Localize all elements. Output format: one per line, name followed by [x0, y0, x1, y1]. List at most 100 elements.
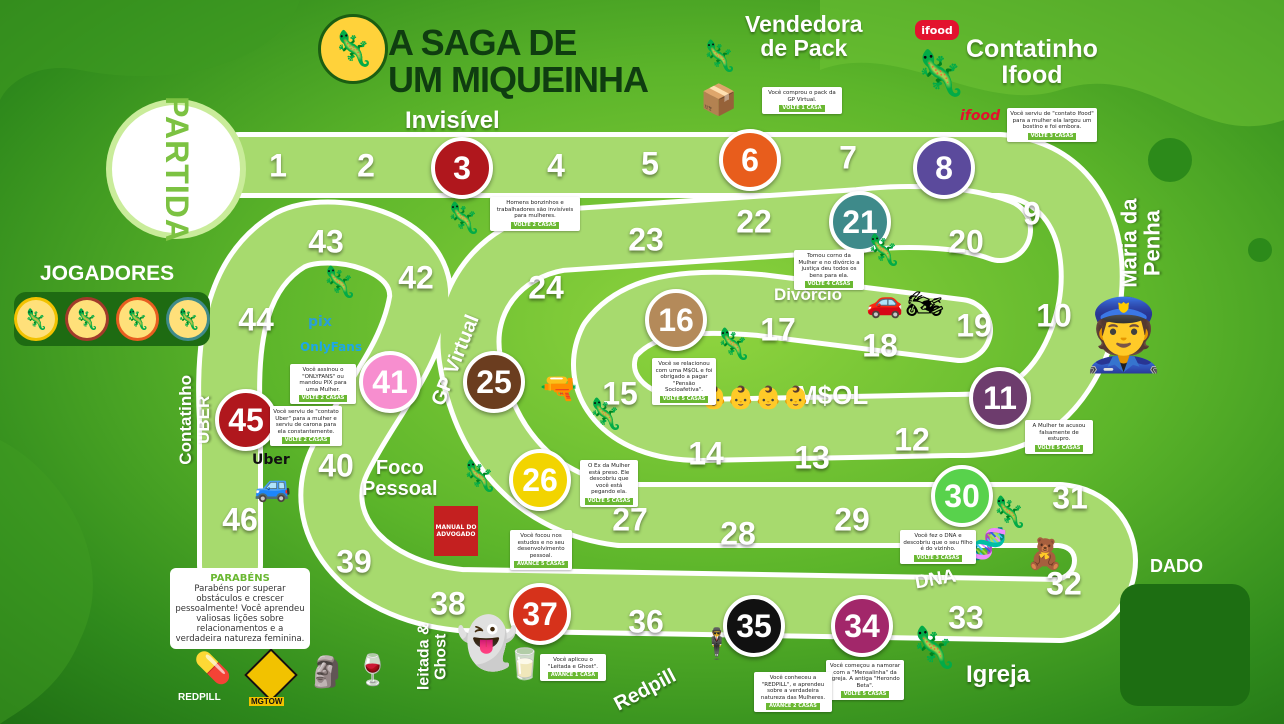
card-35: Você conheceu a "REDPILL", e aprendeu so…	[754, 672, 832, 713]
shrek-muscle-icon: 🦎	[460, 459, 498, 494]
special-space-34[interactable]: 34	[831, 595, 893, 657]
space-10[interactable]: 10	[1036, 298, 1072, 335]
shrek-msol-icon: 🦎	[714, 327, 752, 362]
car-icon: 🚗	[866, 285, 904, 320]
player-token-4-shrek-icon[interactable]: 🦎	[166, 297, 210, 341]
shrek-woman-icon: 🦎	[864, 233, 902, 268]
shrek-prisoner-icon: 🦎	[586, 397, 624, 432]
ifood-small-logo: ifood	[960, 108, 1001, 124]
mgtow-icon-label: MGTOW	[249, 697, 285, 706]
space-43[interactable]: 43	[308, 224, 344, 261]
pill-icon: 💊	[194, 651, 232, 686]
special-space-3[interactable]: 3	[431, 137, 493, 199]
space-1[interactable]: 1	[269, 148, 287, 185]
space-28[interactable]: 28	[720, 516, 756, 553]
card-30: Você fez o DNA e descobriu que o seu fil…	[900, 530, 976, 564]
card-26: Você focou nos estudos e no seu desenvol…	[510, 530, 572, 571]
label-contatinho-uber: Contatinho UBER	[176, 374, 213, 465]
card-6: Você comprou o pack da GP Virtual. VOLTE …	[762, 87, 842, 115]
shrek-invisible-icon: 🦎	[444, 201, 482, 236]
space-39[interactable]: 39	[336, 544, 372, 581]
shrek-gun-icon: 🔫	[540, 371, 578, 406]
milk-icon: 🥛	[506, 647, 544, 682]
title-line-1: A SAGA DE	[388, 22, 577, 63]
congrats-box: PARABÉNS Parabéns por superar obstáculos…	[170, 568, 310, 649]
redpill-man-icon: 🕴	[698, 627, 736, 662]
space-5[interactable]: 5	[641, 146, 659, 183]
players-title: JOGADORES	[40, 262, 175, 285]
shrek-gp-icon: 🦎	[320, 265, 358, 300]
label-igreja: Igreja	[966, 661, 1031, 688]
uber-logo: Uber	[252, 452, 290, 468]
card-45: Você serviu de "contato Uber" para a mul…	[270, 406, 342, 447]
dice-label: DADO	[1150, 556, 1203, 576]
space-14[interactable]: 14	[688, 436, 724, 473]
player-token-3-shrek-icon[interactable]: 🦎	[115, 297, 160, 341]
space-23[interactable]: 23	[628, 222, 664, 259]
label-vendedora: Vendedora de Pack	[745, 11, 863, 62]
start-space[interactable]: PARTIDA	[112, 96, 240, 242]
space-7[interactable]: 7	[839, 140, 857, 177]
label-leitada-ghost: leitada & Ghost	[415, 623, 450, 691]
special-space-16[interactable]: 16	[645, 289, 707, 351]
police-shrek-icon: 👮	[1080, 294, 1168, 376]
teddy-bear-icon: 🧸	[1026, 537, 1064, 572]
game-title: A SAGA DE UM MIQUEINHA	[388, 22, 649, 98]
space-17[interactable]: 17	[760, 312, 796, 349]
special-space-25[interactable]: 25	[463, 351, 525, 413]
shrek-vendor-icon: 🦎	[700, 39, 738, 74]
space-24[interactable]: 24	[528, 270, 564, 307]
motorcycle-icon: 🏍	[906, 287, 945, 322]
moai-icon: 🗿	[308, 655, 346, 690]
shrek-ifood-icon: 🦎	[912, 48, 967, 99]
label-ifood: Contatinho Ifood	[966, 35, 1098, 90]
space-20[interactable]: 20	[948, 224, 984, 261]
space-42[interactable]: 42	[398, 260, 434, 297]
space-46[interactable]: 46	[222, 502, 258, 539]
uber-car-icon: 🚙	[254, 469, 292, 504]
space-31[interactable]: 31	[1052, 480, 1088, 517]
space-27[interactable]: 27	[612, 502, 648, 539]
wine-icon: 🍷	[354, 653, 392, 688]
space-19[interactable]: 19	[956, 308, 992, 345]
space-36[interactable]: 36	[628, 604, 664, 641]
card-3: Homens bonzinhos e trabalhadores são inv…	[490, 197, 580, 231]
card-25: O Ex da Mulher está preso. Ele descobriu…	[580, 460, 638, 507]
space-9[interactable]: 9	[1023, 196, 1041, 233]
space-2[interactable]: 2	[357, 148, 375, 185]
card-8: Você serviu de "contato Ifood" para a mu…	[1007, 108, 1097, 142]
label-maria-da-penha: Maria da Penha	[1116, 198, 1165, 288]
special-space-8[interactable]: 8	[913, 137, 975, 199]
space-44[interactable]: 44	[238, 302, 274, 339]
space-13[interactable]: 13	[794, 440, 830, 477]
space-40[interactable]: 40	[318, 448, 354, 485]
space-22[interactable]: 22	[736, 204, 772, 241]
package-icon: 📦	[700, 83, 738, 118]
players-panel: 🦎 🦎 🦎 🦎	[14, 292, 210, 346]
player-token-1-shrek-icon[interactable]: 🦎	[14, 297, 58, 341]
congrats-text: Parabéns por superar obstáculos e cresce…	[175, 584, 305, 644]
special-space-45[interactable]: 45	[215, 389, 277, 451]
label-foco-pessoal: Foco Pessoal	[362, 457, 438, 500]
shrek-church-icon: 🦎	[908, 625, 958, 671]
special-space-37[interactable]: 37	[509, 583, 571, 645]
space-4[interactable]: 4	[547, 148, 565, 185]
special-space-30[interactable]: 30	[931, 465, 993, 527]
special-space-11[interactable]: 11	[969, 367, 1031, 429]
card-21: Tomou corno da Mulher e no divórcio a ju…	[794, 250, 864, 291]
card-34: Você começou a namorar com a "Mensalinha…	[826, 660, 904, 701]
special-space-41[interactable]: 41	[359, 351, 421, 413]
player-token-2-shrek-icon[interactable]: 🦎	[64, 297, 109, 341]
game-board: 🦎 A SAGA DE UM MIQUEINHA PARTIDA JOGADOR…	[0, 0, 1284, 724]
card-37: Você aplicou o "Leitada e Ghost". AVANCE …	[540, 654, 606, 682]
special-space-26[interactable]: 26	[509, 449, 571, 511]
space-29[interactable]: 29	[834, 502, 870, 539]
card-16: Você se relacionou com uma M$OL e foi ob…	[652, 358, 716, 405]
special-space-6[interactable]: 6	[719, 129, 781, 191]
shrek-portrait-icon: 🦎	[318, 14, 388, 84]
card-41: Você assinou o "ONLYFANS" ou mandou PIX …	[290, 364, 356, 405]
label-invisivel: Invisível	[405, 107, 500, 134]
dice-area[interactable]	[1120, 584, 1250, 706]
space-12[interactable]: 12	[894, 422, 930, 459]
space-18[interactable]: 18	[862, 328, 898, 365]
